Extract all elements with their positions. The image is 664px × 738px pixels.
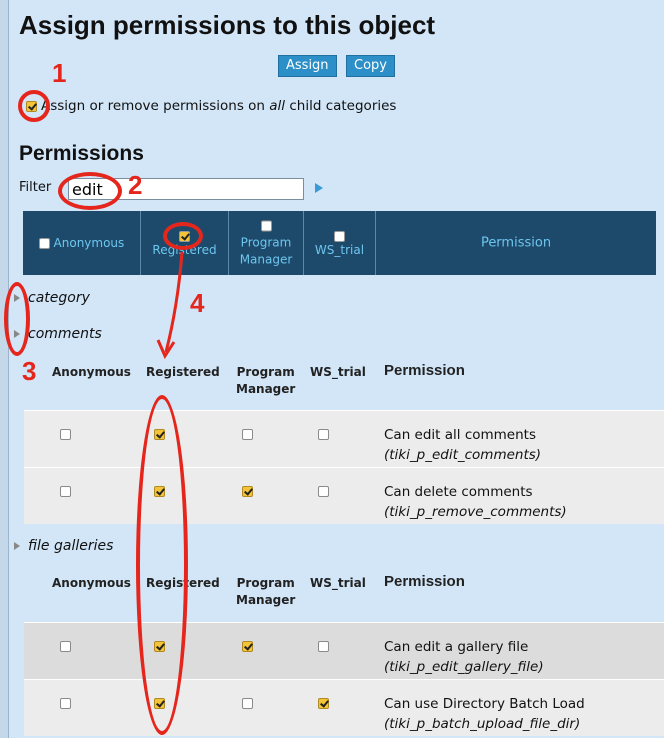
- annotation-arrow: [156, 251, 184, 360]
